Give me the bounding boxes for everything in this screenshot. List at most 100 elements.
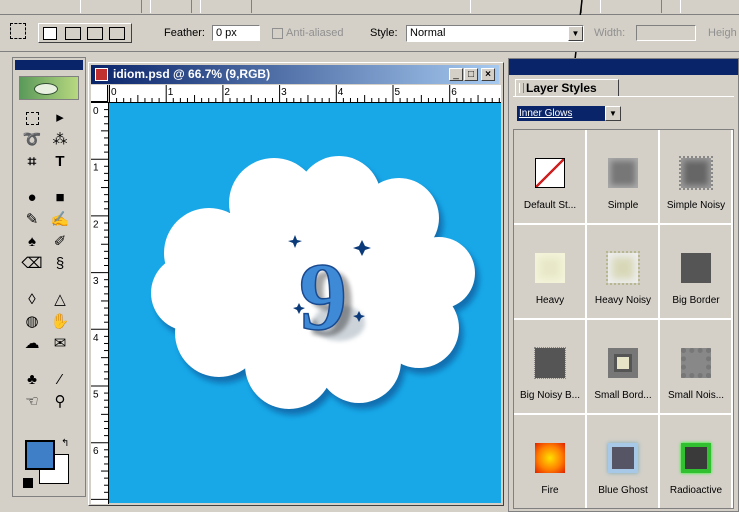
chevron-down-icon[interactable]: ▼ xyxy=(605,106,621,121)
audio-annotation-icon[interactable]: ♣ xyxy=(21,370,43,390)
zoom-tool-icon[interactable]: ⚲ xyxy=(49,392,71,412)
style-cell[interactable]: Simple xyxy=(587,130,659,224)
new-selection-icon[interactable] xyxy=(43,27,57,40)
width-label: Width: xyxy=(594,27,626,39)
style-cell[interactable]: Heavy Noisy xyxy=(587,225,659,319)
hand-tool-icon[interactable]: ☜ xyxy=(21,392,43,412)
notes-icon[interactable]: ✉ xyxy=(49,334,71,354)
vertical-ruler[interactable]: 0 1 2 3 4 5 6 xyxy=(91,102,109,504)
ruler-label: 0 xyxy=(111,87,117,98)
feather-value: 0 px xyxy=(216,27,237,39)
menu-segment xyxy=(200,0,252,13)
ruler-origin[interactable] xyxy=(91,85,108,102)
style-cell[interactable]: Fire xyxy=(514,415,586,508)
horizontal-ruler-ticks: 0 1 2 3 4 5 6 xyxy=(109,85,500,102)
type-tool-icon[interactable]: T xyxy=(49,152,71,172)
ruler-label: 1 xyxy=(168,87,174,98)
width-field[interactable] xyxy=(636,25,696,41)
sharpen-icon[interactable]: ◊ xyxy=(21,290,43,310)
style-cell[interactable]: Radioactive xyxy=(660,415,732,508)
style-select[interactable]: Normal ▼ xyxy=(406,25,584,42)
style-cell[interactable]: Simple Noisy xyxy=(660,130,732,224)
pen-tool-icon[interactable]: ● xyxy=(21,188,43,208)
stamp-tool-icon[interactable]: ♠ xyxy=(21,232,43,252)
eraser-icon[interactable]: ⌫ xyxy=(21,254,43,274)
style-thumbnail-grid: Default St... Simple Simple Noisy Heavy Heav… xyxy=(513,129,734,509)
style-category-select[interactable]: Inner Glows ▼ xyxy=(517,106,621,121)
maximize-button[interactable]: □ xyxy=(464,68,478,81)
tab-layer-styles[interactable]: Layer Styles xyxy=(515,79,619,97)
chevron-down-icon[interactable]: ▼ xyxy=(568,26,583,41)
style-name: Simple xyxy=(607,200,639,211)
brush-icon[interactable]: ✍ xyxy=(49,210,71,230)
menu-bar-fragment xyxy=(0,0,739,15)
rectangular-marquee-icon[interactable] xyxy=(21,108,43,128)
magic-wand-icon[interactable]: ⁂ xyxy=(49,130,71,150)
style-cell[interactable]: Big Noisy B... xyxy=(514,320,586,414)
ruler-label: 5 xyxy=(93,390,99,401)
lasso-icon[interactable]: ➰ xyxy=(21,130,43,150)
style-swatch xyxy=(679,156,713,190)
vertical-ruler-ticks: 0 1 2 3 4 5 6 xyxy=(91,102,108,500)
ruler-label: 2 xyxy=(224,87,230,98)
style-name: Big Noisy B... xyxy=(519,390,581,401)
psd-file-icon xyxy=(95,68,108,81)
add-selection-icon[interactable] xyxy=(65,27,81,40)
style-cell[interactable]: Heavy xyxy=(514,225,586,319)
default-colors-icon[interactable] xyxy=(23,478,33,488)
crop-tool-icon[interactable]: ⌗ xyxy=(21,152,43,172)
menu-segment xyxy=(600,0,662,13)
feather-field[interactable]: 0 px xyxy=(212,25,260,41)
ruler-label: 4 xyxy=(93,333,99,344)
smudge-icon[interactable]: ☁ xyxy=(21,334,43,354)
sponge-icon[interactable]: ◍ xyxy=(21,312,43,332)
foreground-color-swatch[interactable] xyxy=(25,440,55,470)
document-title-bar[interactable]: idiom.psd @ 66.7% (9,RGB) _ □ × xyxy=(91,65,499,84)
style-name: Blue Ghost xyxy=(598,485,648,496)
style-cell[interactable]: Small Nois... xyxy=(660,320,732,414)
style-cell[interactable]: Default St... xyxy=(514,130,586,224)
style-cell[interactable]: Big Border xyxy=(660,225,732,319)
document-window: idiom.psd @ 66.7% (9,RGB) _ □ × 0123456 … xyxy=(88,62,504,506)
style-cell[interactable]: Blue Ghost xyxy=(587,415,659,508)
intersect-selection-icon[interactable] xyxy=(109,27,125,40)
palette-title-bar[interactable] xyxy=(509,59,738,75)
subtract-selection-icon[interactable] xyxy=(87,27,103,40)
ruler-label: 4 xyxy=(338,87,344,98)
close-button[interactable]: × xyxy=(481,68,495,81)
style-swatch xyxy=(608,348,638,378)
style-swatch xyxy=(535,253,565,283)
airbrush-icon[interactable]: ✎ xyxy=(21,210,43,230)
style-swatch xyxy=(681,443,711,473)
document-title: idiom.psd @ 66.7% (9,RGB) xyxy=(113,67,271,81)
image-canvas[interactable]: 9 9 xyxy=(109,103,501,503)
horizontal-ruler[interactable]: 0 1 2 3 4 5 6 xyxy=(109,85,501,103)
style-swatch xyxy=(535,158,565,188)
style-name: Simple Noisy xyxy=(666,200,726,211)
move-tool-icon[interactable]: ▸ xyxy=(49,108,71,128)
style-name: Default St... xyxy=(523,200,577,211)
cloud-artwork: 9 9 xyxy=(151,156,479,415)
style-swatch xyxy=(608,443,638,473)
height-label: Heigh xyxy=(708,27,737,39)
burn-tool-icon[interactable]: ✋ xyxy=(49,312,71,332)
style-value: Normal xyxy=(410,27,446,39)
adobe-online-icon[interactable] xyxy=(19,76,79,100)
style-swatch xyxy=(608,158,638,188)
ruler-label: 1 xyxy=(93,163,99,174)
style-name: Fire xyxy=(541,485,559,496)
style-swatch xyxy=(535,443,565,473)
palette-body: Inner Glows ▼ Default St... Simple Simple … xyxy=(513,96,734,509)
shape-tool-icon[interactable]: ■ xyxy=(49,188,71,208)
eyedropper-icon[interactable]: ⁄ xyxy=(49,370,71,390)
swap-colors-icon[interactable]: ↰ xyxy=(61,438,69,449)
style-name: Big Border xyxy=(672,295,720,306)
marquee-tool-icon[interactable] xyxy=(10,23,26,39)
blur-tool-icon[interactable]: § xyxy=(49,254,71,274)
anti-aliased-checkbox[interactable] xyxy=(272,28,283,39)
history-brush-icon[interactable]: ✐ xyxy=(49,232,71,252)
minimize-button[interactable]: _ xyxy=(449,68,463,81)
style-cell[interactable]: Small Bord... xyxy=(587,320,659,414)
style-label: Style: xyxy=(370,27,398,39)
dodge-icon[interactable]: △ xyxy=(49,290,71,310)
